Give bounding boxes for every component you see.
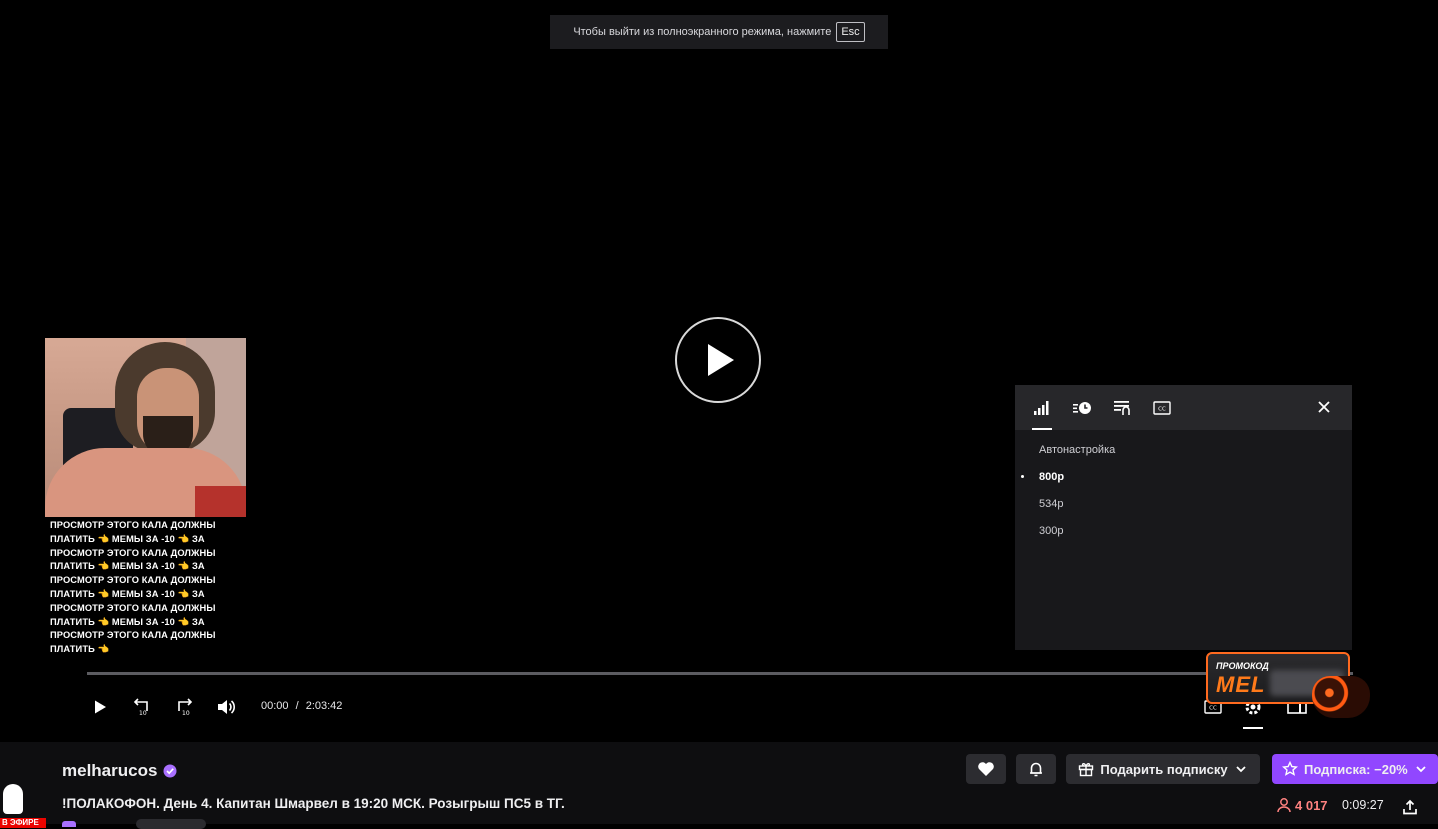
follow-button[interactable] xyxy=(966,754,1006,784)
chevron-down-icon xyxy=(1416,766,1426,773)
chat-overlay-line: ПРОСМОТР ЭТОГО КАЛА ДОЛЖНЫ xyxy=(50,547,216,558)
live-badge: В ЭФИРЕ xyxy=(0,818,46,828)
play-icon xyxy=(708,344,734,376)
chat-overlay-line: ПЛАТИТЬ 👈 xyxy=(50,644,110,655)
gift-subscription-button[interactable]: Подарить подписку xyxy=(1066,754,1260,784)
forward-10-icon: 10 xyxy=(178,698,193,716)
volume-button[interactable] xyxy=(214,695,238,719)
tab-subtitles[interactable]: CC xyxy=(1150,396,1174,420)
subscribe-label: Подписка: −20% xyxy=(1304,761,1408,777)
quality-option-auto[interactable]: Автонастройка xyxy=(1015,436,1352,463)
chevron-down-icon xyxy=(1235,766,1246,773)
subtitles-icon: CC xyxy=(1153,400,1171,415)
user-icon xyxy=(1277,798,1291,813)
settings-tabs: CC xyxy=(1015,385,1352,430)
chat-overlay-line: ПЛАТИТЬ 👈 МЕМЫ ЗА -10 👈 ЗА xyxy=(50,616,205,627)
video-player[interactable]: Чтобы выйти из полноэкранного режима, на… xyxy=(0,0,1438,742)
svg-text:CC: CC xyxy=(1209,706,1217,712)
play-icon xyxy=(95,700,106,714)
verified-icon xyxy=(163,764,177,778)
tab-quality[interactable] xyxy=(1030,396,1054,430)
playback-speed-icon xyxy=(1073,401,1091,414)
seek-bar[interactable] xyxy=(87,672,1353,675)
heart-icon xyxy=(978,762,994,776)
webcam-overlay xyxy=(45,338,246,517)
chat-overlay-line: ПРОСМОТР ЭТОГО КАЛА ДОЛЖНЫ xyxy=(50,520,216,530)
share-icon xyxy=(1403,799,1417,815)
channel-header: melharucos xyxy=(62,761,177,781)
chat-overlay-line: ПЛАТИТЬ 👈 МЕМЫ ЗА -10 👈 ЗА xyxy=(50,533,205,544)
svg-text:10: 10 xyxy=(139,710,147,716)
stream-title: !ПОЛАКОФОН. День 4. Капитан Шмарвел в 19… xyxy=(62,796,565,811)
chat-overlay-line: ПРОСМОТР ЭТОГО КАЛА ДОЛЖНЫ xyxy=(50,630,216,641)
rewind-10-icon: 10 xyxy=(133,698,148,716)
close-icon xyxy=(1318,401,1330,413)
quality-option-800p[interactable]: 800p xyxy=(1015,463,1352,490)
star-icon xyxy=(1282,761,1298,776)
chat-overlay-line: ПЛАТИТЬ 👈 МЕМЫ ЗА -10 👈 ЗА xyxy=(50,561,205,572)
gamepad-icon xyxy=(1312,676,1370,718)
forward-10-button[interactable]: 10 xyxy=(172,695,196,719)
play-button[interactable] xyxy=(88,695,112,719)
viewer-count: 4 017 xyxy=(1276,797,1328,813)
chat-overlay-line: ПРОСМОТР ЭТОГО КАЛА ДОЛЖНЫ xyxy=(50,602,216,613)
chat-overlay-line: ПРОСМОТР ЭТОГО КАЛА ДОЛЖНЫ xyxy=(50,575,216,586)
stream-info-bar: В ЭФИРЕ melharucos !ПОЛАКОФОН. День 4. К… xyxy=(0,742,1438,829)
time-display: 00:00 / 2:03:42 xyxy=(261,700,342,712)
bell-icon xyxy=(1030,762,1042,777)
tag[interactable] xyxy=(136,819,206,829)
promo-code: MEL xyxy=(1216,672,1266,697)
quality-options: Автонастройка 800p 534p 300p xyxy=(1015,430,1352,650)
svg-text:CC: CC xyxy=(1158,406,1166,412)
promo-label: ПРОМОКОД xyxy=(1216,661,1269,671)
tab-audio-track[interactable] xyxy=(1110,396,1134,420)
svg-text:10: 10 xyxy=(182,710,190,716)
fullscreen-notice-text: Чтобы выйти из полноэкранного режима, на… xyxy=(573,26,832,38)
category-icon xyxy=(62,821,76,827)
stream-uptime: 0:09:27 xyxy=(1342,798,1384,812)
volume-icon xyxy=(218,700,236,714)
audio-track-icon xyxy=(1114,400,1130,415)
quality-option-534p[interactable]: 534p xyxy=(1015,490,1352,517)
channel-name[interactable]: melharucos xyxy=(62,761,157,781)
esc-key: Esc xyxy=(836,22,865,42)
subscribe-button[interactable]: Подписка: −20% xyxy=(1272,754,1438,784)
chat-overlay-line: ПЛАТИТЬ 👈 МЕМЫ ЗА -10 👈 ЗА xyxy=(50,588,205,599)
viewer-count-value: 4 017 xyxy=(1295,797,1328,813)
quality-icon xyxy=(1034,400,1049,415)
quality-option-300p[interactable]: 300p xyxy=(1015,517,1352,544)
settings-panel: CC Автонастройка 800p 534p 300p xyxy=(1015,385,1352,650)
share-button[interactable] xyxy=(1400,797,1420,817)
tab-playback-speed[interactable] xyxy=(1070,396,1094,420)
gift-icon xyxy=(1079,763,1094,777)
duration: 2:03:42 xyxy=(305,700,343,712)
fullscreen-exit-notice: Чтобы выйти из полноэкранного режима, на… xyxy=(550,15,888,49)
big-play-button[interactable] xyxy=(675,317,761,403)
rewind-10-button[interactable]: 10 xyxy=(130,695,154,719)
time-separator: / xyxy=(295,700,299,712)
current-time: 00:00 xyxy=(261,700,289,712)
close-settings-button[interactable] xyxy=(1314,397,1334,417)
chat-overlay: ПРОСМОТР ЭТОГО КАЛА ДОЛЖНЫ ПЛАТИТЬ 👈 МЕМЫ… xyxy=(50,519,250,657)
notifications-button[interactable] xyxy=(1016,754,1056,784)
gift-subscription-label: Подарить подписку xyxy=(1100,761,1228,777)
